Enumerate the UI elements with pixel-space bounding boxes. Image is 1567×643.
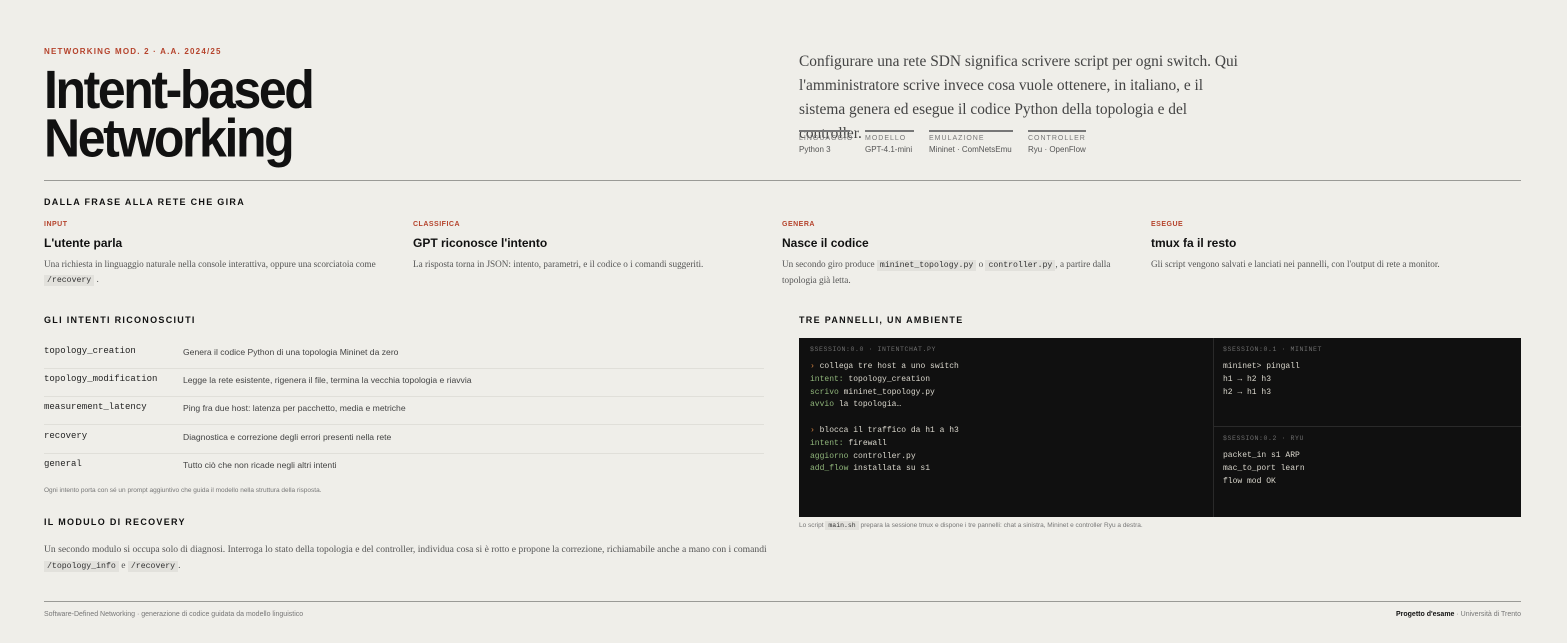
recovery-section-title: IL MODULO DI RECOVERY [44, 517, 186, 527]
pane-header: $SESSION:0.1 · MININET [1223, 346, 1323, 353]
pane-ryu: $SESSION:0.2 · RYU packet_in s1 ARP mac_… [1223, 435, 1305, 486]
recovery-paragraph: Un secondo modulo si occupa solo di diag… [44, 544, 767, 572]
intent-row: recovery Diagnostica e correzione degli … [44, 425, 764, 454]
footer-right: Progetto d'esame · Università di Trento [1395, 611, 1521, 618]
intent-name: recovery [44, 431, 88, 441]
intent-row: topology_modification Legge la rete esis… [44, 368, 764, 397]
meta-key: MODELLO [865, 135, 907, 142]
intents-section-title: GLI INTENTI RICONOSCIUTI [44, 315, 196, 325]
pane-divider [1214, 426, 1521, 427]
pane-divider [1213, 338, 1214, 517]
step-label: GENERA [782, 221, 815, 228]
intents-note: Ogni intento porta con sé un prompt aggi… [44, 487, 322, 494]
intent-row: measurement_latency Ping fra due host: l… [44, 396, 764, 425]
code-snippet: mininet_topology.py [876, 260, 977, 271]
step-description: Un secondo giro produce mininet_topology… [782, 259, 1111, 285]
intent-name: topology_creation [44, 346, 136, 356]
code-snippet: main.sh [825, 521, 859, 530]
step-description: Una richiesta in linguaggio naturale nel… [44, 259, 376, 286]
footer-divider [44, 601, 1521, 602]
pane-header: $SESSION:0.0 · INTENTCHAT.PY [810, 346, 937, 353]
meta-value: GPT-4.1-mini [865, 145, 913, 154]
flow-step-input: INPUT L'utente parla Una richiesta in li… [44, 221, 389, 288]
meta-controller: CONTROLLER Ryu · OpenFlow [1028, 130, 1086, 154]
footer-left: Software-Defined Networking · generazion… [44, 611, 304, 618]
step-label: CLASSIFICA [413, 221, 460, 228]
intent-name: measurement_latency [44, 402, 147, 412]
intent-row: general Tutto ciò che non ricade negli a… [44, 453, 764, 482]
step-heading: Nasce il codice [782, 236, 869, 250]
intent-name: topology_modification [44, 374, 158, 384]
flow-step-generate: GENERA Nasce il codice Un secondo giro p… [782, 221, 1127, 288]
flow-step-classify: CLASSIFICA GPT riconosce l'intento La ri… [413, 221, 758, 272]
pane-mininet: $SESSION:0.1 · MININET mininet> pingall … [1223, 346, 1323, 397]
intent-description: Ping fra due host: latenza per pacchetto… [183, 403, 406, 413]
code-snippet: /topology_info [44, 561, 119, 572]
code-snippet: /recovery [44, 275, 95, 286]
page-title: Intent-based Networking [44, 63, 315, 169]
panels-section-title: TRE PANNELLI, UN AMBIENTE [799, 315, 964, 325]
pane-header: $SESSION:0.2 · RYU [1223, 435, 1305, 442]
step-heading: L'utente parla [44, 236, 123, 250]
meta-key: LINGUAGGIO [799, 135, 854, 142]
intent-description: Diagnostica e correzione degli errori pr… [183, 432, 392, 442]
meta-key: EMULAZIONE [929, 135, 985, 142]
panels-caption: Lo script main.sh prepara la sessione tm… [799, 521, 1143, 530]
step-heading: tmux fa il resto [1151, 236, 1237, 250]
step-description: Gli script vengono salvati e lanciati ne… [1151, 259, 1440, 269]
meta-model: MODELLO GPT-4.1-mini [865, 130, 914, 154]
meta-language: LINGUAGGIO Python 3 [799, 130, 854, 154]
code-snippet: /recovery [127, 561, 179, 572]
intent-description: Genera il codice Python di una topologia… [183, 347, 399, 357]
intent-row: topology_creation Genera il codice Pytho… [44, 340, 764, 369]
pane-chat: $SESSION:0.0 · INTENTCHAT.PY › collega t… [810, 346, 959, 474]
step-label: INPUT [44, 221, 68, 228]
meta-emulation: EMULAZIONE Mininet · ComNetsEmu [929, 130, 1013, 154]
step-description: La risposta torna in JSON: intento, para… [413, 259, 704, 269]
code-snippet: controller.py [985, 260, 1056, 271]
flow-step-execute: ESEGUE tmux fa il resto Gli script vengo… [1151, 221, 1521, 272]
tmux-terminal: $SESSION:0.0 · INTENTCHAT.PY › collega t… [799, 338, 1521, 517]
flow-section-title: DALLA FRASE ALLA RETE CHE GIRA [44, 197, 245, 207]
step-label: ESEGUE [1151, 221, 1184, 228]
intent-name: general [44, 459, 82, 469]
meta-key: CONTROLLER [1028, 135, 1086, 142]
meta-value: Python 3 [799, 145, 831, 154]
step-heading: GPT riconosce l'intento [413, 236, 548, 250]
meta-value: Ryu · OpenFlow [1028, 145, 1086, 154]
intent-description: Legge la rete esistente, rigenera il fil… [183, 375, 472, 385]
divider [44, 180, 1521, 181]
intent-description: Tutto ciò che non ricade negli altri int… [183, 460, 337, 470]
title-line-2: Networking [44, 108, 295, 169]
course-kicker: NETWORKING MOD. 2 · A.A. 2024/25 [44, 47, 222, 56]
meta-value: Mininet · ComNetsEmu [929, 145, 1012, 154]
